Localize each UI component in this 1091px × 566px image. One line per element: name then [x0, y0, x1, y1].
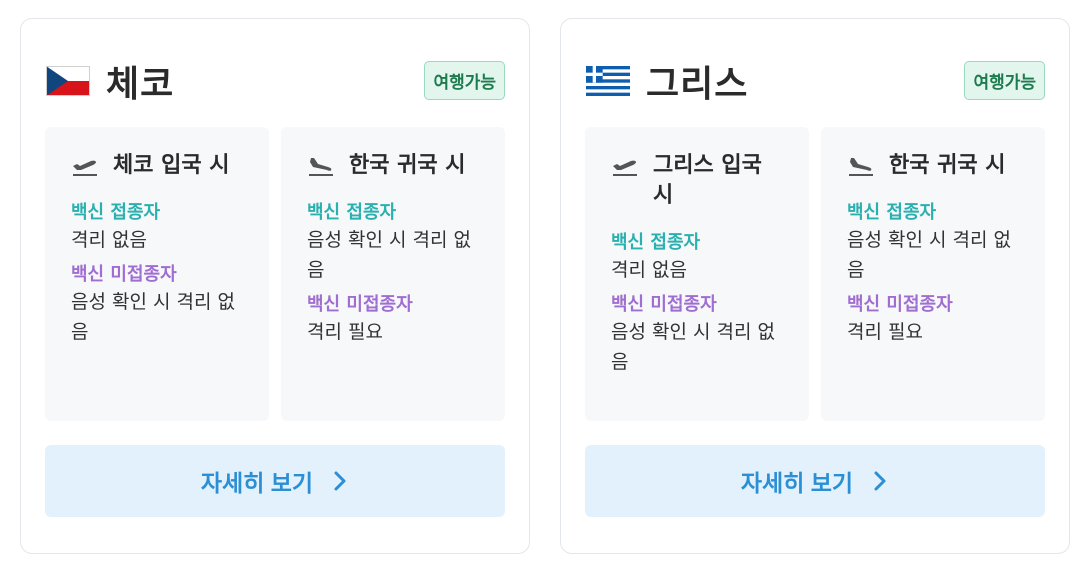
panel-title-text: 그리스 입국 시 [653, 153, 762, 208]
unvaccinated-label: 백신 미접종자 [611, 294, 717, 315]
detail-button-label: 자세히 보기 [740, 470, 854, 496]
plane-departure-icon [71, 155, 99, 177]
vaccinated-label: 백신 접종자 [847, 202, 937, 223]
card-header: 체코 여행가능 [46, 59, 505, 105]
panel-title: 한국 귀국 시 [847, 151, 1021, 181]
vaccinated-value: 격리 없음 [71, 229, 147, 251]
unvaccinated-value: 격리 필요 [307, 321, 383, 343]
entry-panel: 체코 입국 시 백신 접종자 격리 없음 백신 미접종자 음성 확인 시 격리 … [45, 127, 269, 421]
chevron-right-icon [871, 470, 889, 492]
rules-panels: 그리스 입국 시 백신 접종자 격리 없음 백신 미접종자 음성 확인 시 격리… [585, 127, 1045, 421]
detail-button[interactable]: 자세히 보기 [585, 445, 1045, 517]
vaccinated-label: 백신 접종자 [71, 202, 161, 223]
unvaccinated-label: 백신 미접종자 [307, 294, 413, 315]
detail-button-label: 자세히 보기 [200, 470, 314, 496]
panel-title-text: 체코 입국 시 [113, 153, 230, 178]
panel-title: 한국 귀국 시 [307, 151, 481, 181]
vaccinated-label: 백신 접종자 [611, 232, 701, 253]
return-panel: 한국 귀국 시 백신 접종자 음성 확인 시 격리 없음 백신 미접종자 격리 … [281, 127, 505, 421]
country-card-czech: 체코 여행가능 체코 입국 시 백신 접종자 격리 없음 백신 미접종자 음성 … [20, 18, 530, 554]
czech-flag-icon [46, 66, 90, 96]
plane-arrival-icon [307, 155, 335, 177]
panel-title-text: 한국 귀국 시 [349, 153, 466, 178]
page: 체코 여행가능 체코 입국 시 백신 접종자 격리 없음 백신 미접종자 음성 … [0, 0, 1091, 566]
plane-departure-icon [611, 155, 639, 177]
unvaccinated-value: 격리 필요 [847, 321, 923, 343]
return-panel: 한국 귀국 시 백신 접종자 음성 확인 시 격리 없음 백신 미접종자 격리 … [821, 127, 1045, 421]
plane-arrival-icon [847, 155, 875, 177]
greece-flag-icon [586, 66, 630, 96]
country-name: 체코 [106, 64, 175, 105]
status-badge: 여행가능 [424, 61, 505, 100]
vaccinated-label: 백신 접종자 [307, 202, 397, 223]
panel-title: 그리스 입국 시 [611, 151, 785, 211]
country-name: 그리스 [646, 64, 749, 105]
unvaccinated-value: 음성 확인 시 격리 없음 [71, 291, 235, 343]
entry-panel: 그리스 입국 시 백신 접종자 격리 없음 백신 미접종자 음성 확인 시 격리… [585, 127, 809, 421]
country-card-greece: 그리스 여행가능 그리스 입국 시 백신 접종자 격리 없음 백신 미접종자 음… [560, 18, 1070, 554]
panel-title: 체코 입국 시 [71, 151, 245, 181]
vaccinated-value: 음성 확인 시 격리 없음 [307, 229, 471, 281]
panel-title-text: 한국 귀국 시 [889, 153, 1006, 178]
vaccinated-value: 격리 없음 [611, 259, 687, 281]
vaccinated-value: 음성 확인 시 격리 없음 [847, 229, 1011, 281]
unvaccinated-value: 음성 확인 시 격리 없음 [611, 321, 775, 373]
rules-panels: 체코 입국 시 백신 접종자 격리 없음 백신 미접종자 음성 확인 시 격리 … [45, 127, 505, 421]
card-header: 그리스 여행가능 [586, 59, 1045, 105]
unvaccinated-label: 백신 미접종자 [71, 264, 177, 285]
detail-button[interactable]: 자세히 보기 [45, 445, 505, 517]
chevron-right-icon [331, 470, 349, 492]
status-badge: 여행가능 [964, 61, 1045, 100]
unvaccinated-label: 백신 미접종자 [847, 294, 953, 315]
